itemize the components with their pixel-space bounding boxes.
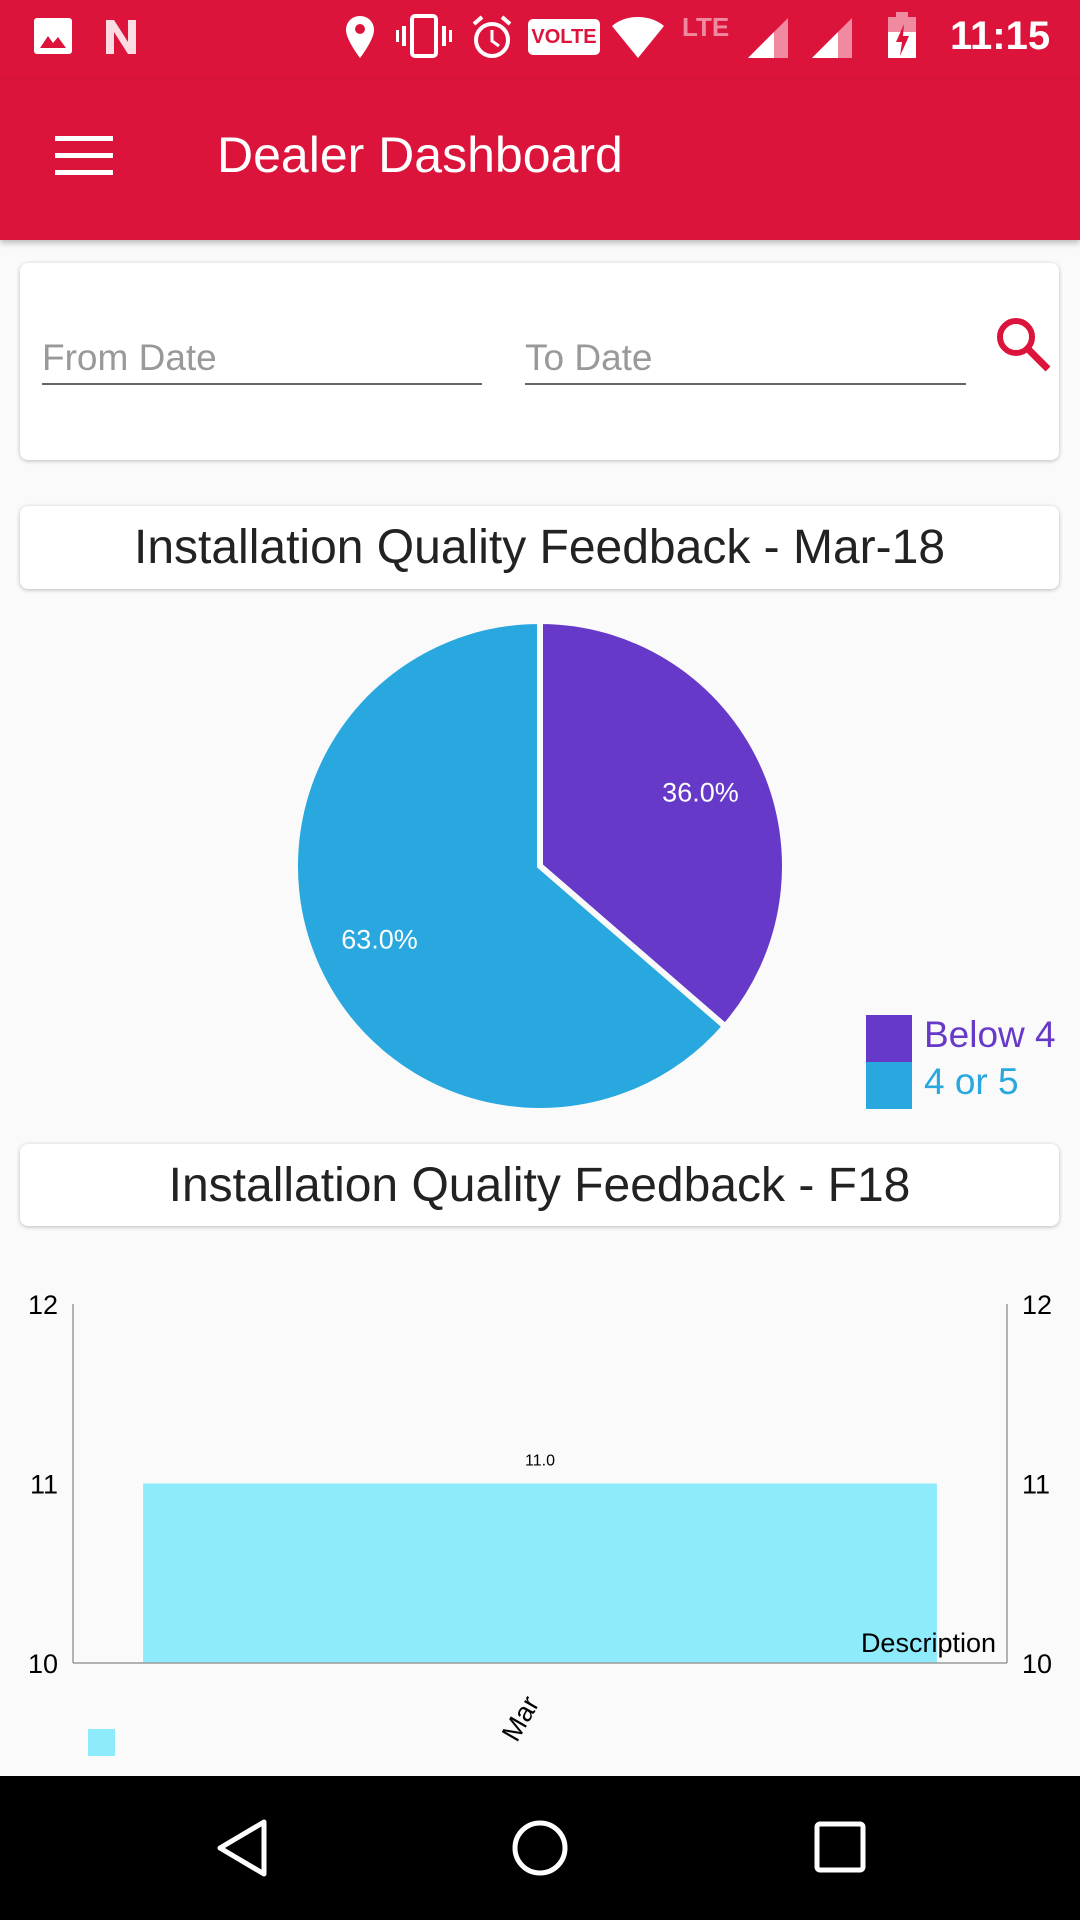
signal-icon — [812, 18, 852, 58]
search-icon[interactable] — [994, 315, 1052, 373]
date-filter-card: From Date To Date — [20, 263, 1059, 460]
legend-label-below-4: Below 4 — [924, 1014, 1056, 1055]
pie-slice-label: 63.0% — [341, 924, 418, 954]
image-icon — [34, 18, 72, 54]
lte-icon: LTE — [682, 12, 730, 42]
to-date-input[interactable]: To Date — [525, 333, 966, 385]
n-icon — [106, 20, 136, 54]
pie-slice-label: 36.0% — [662, 778, 739, 808]
app-bar: Dealer Dashboard — [0, 80, 1080, 240]
chart-description: Description — [861, 1628, 996, 1658]
legend-swatch-4-or-5 — [866, 1062, 912, 1109]
page-title: Dealer Dashboard — [217, 127, 623, 183]
y-tick-right: 12 — [1022, 1290, 1052, 1320]
signal-icon — [748, 18, 788, 58]
navigation-bar — [0, 1776, 1080, 1920]
bar-chart-title: Installation Quality Feedback - F18 — [20, 1144, 1059, 1226]
back-icon[interactable] — [214, 1818, 270, 1878]
bar-chart: 10 10 11 11 12 12 11.0 Mar Description — [28, 1290, 1052, 1756]
vibrate-icon — [396, 14, 452, 58]
wifi-icon — [612, 17, 664, 58]
recents-icon[interactable] — [813, 1820, 869, 1876]
bar[interactable] — [143, 1483, 937, 1664]
legend-swatch — [88, 1729, 115, 1756]
y-tick-right: 10 — [1022, 1649, 1052, 1679]
y-tick-left: 10 — [28, 1649, 58, 1679]
y-tick-left: 12 — [28, 1290, 58, 1320]
pie-chart: 36.0% 63.0% — [292, 617, 788, 1114]
y-tick-right: 11 — [1022, 1470, 1050, 1500]
legend-label-4-or-5: 4 or 5 — [924, 1061, 1019, 1102]
alarm-icon — [472, 15, 512, 58]
bar-value-label: 11.0 — [525, 1453, 555, 1470]
home-icon[interactable] — [510, 1818, 570, 1878]
from-date-input[interactable]: From Date — [42, 333, 482, 385]
clock: 11:15 — [950, 14, 1051, 58]
hamburger-menu-icon[interactable] — [55, 136, 113, 176]
x-tick-label: Mar — [496, 1691, 545, 1746]
y-tick-left: 11 — [30, 1470, 58, 1500]
location-icon — [346, 16, 374, 58]
legend-swatch-below-4 — [866, 1015, 912, 1062]
battery-charging-icon — [888, 12, 916, 58]
pie-chart-title: Installation Quality Feedback - Mar-18 — [20, 506, 1059, 589]
volte-badge: VOLTE — [528, 19, 600, 55]
status-bar: VOLTE LTE 11:15 — [0, 0, 1080, 80]
